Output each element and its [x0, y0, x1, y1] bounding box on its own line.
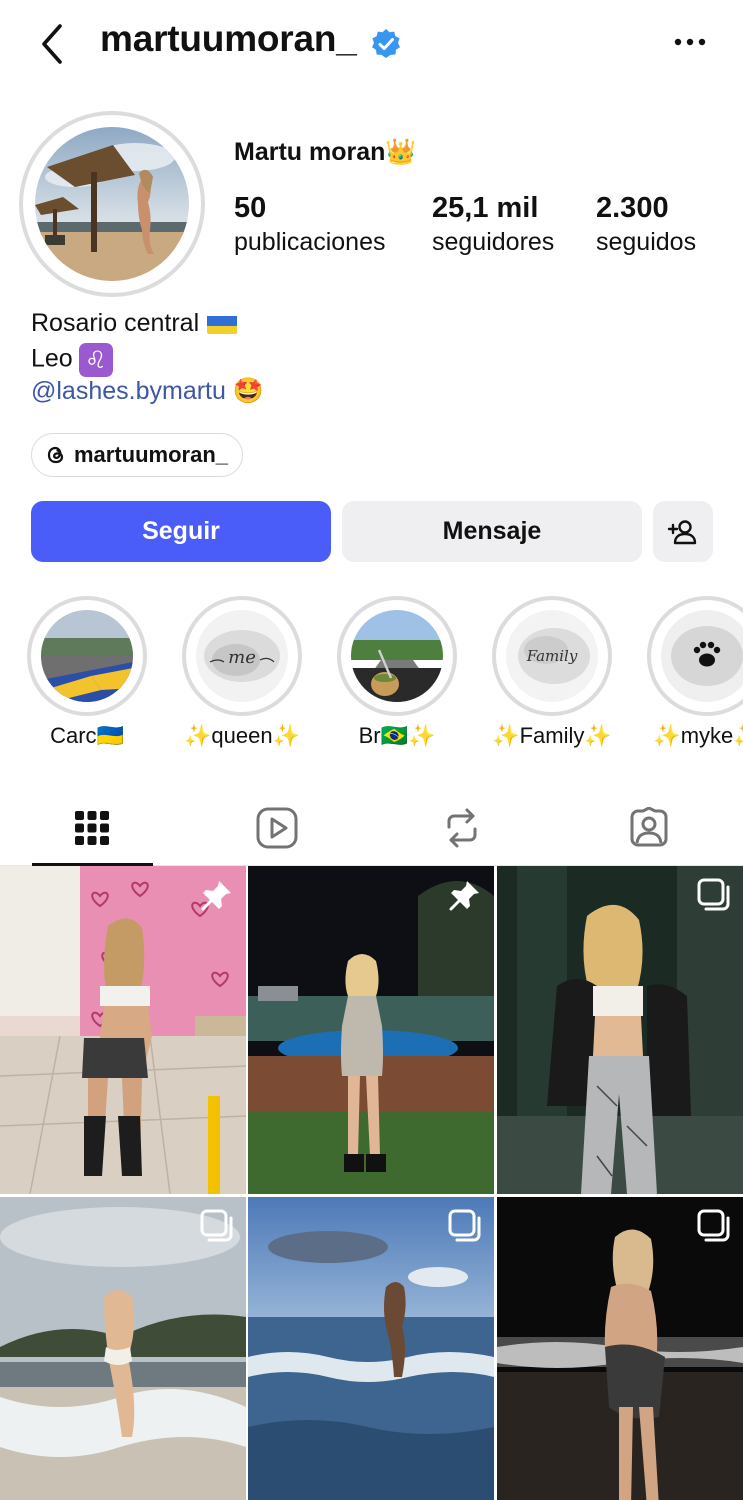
tab-reposts[interactable] [402, 790, 522, 866]
highlight-label: Carc🇺🇦 [50, 723, 124, 748]
add-user-icon [667, 519, 697, 544]
posts-grid [0, 866, 743, 1500]
following-count[interactable]: 2.300 [596, 192, 669, 225]
followers-label[interactable]: seguidores [432, 228, 554, 257]
follow-button[interactable]: Seguir [31, 501, 331, 562]
back-button[interactable] [36, 22, 70, 66]
story-highlight[interactable]: Br🇧🇷✨ [337, 596, 457, 756]
post-thumbnail[interactable] [248, 866, 494, 1194]
highlight-cover [661, 610, 743, 702]
highlight-cover [351, 610, 443, 702]
highlight-label: ✨queen✨ [184, 723, 300, 748]
post-thumbnail[interactable] [0, 1197, 246, 1500]
grid-icon [75, 811, 109, 845]
tagged-icon [630, 807, 668, 847]
bio-text: Leo [31, 344, 73, 373]
post-thumbnail[interactable] [0, 866, 246, 1194]
carousel-icon [448, 1209, 482, 1243]
bio-emoji: 🤩 [232, 377, 264, 405]
profile-display-name: Martu moran👑 [234, 138, 417, 166]
highlight-label: Br🇧🇷✨ [358, 723, 436, 748]
threads-icon [47, 446, 64, 464]
more-horizontal-icon [674, 38, 706, 46]
avatar-image [35, 127, 189, 281]
bio-mention-link[interactable]: @lashes.bymartu [31, 377, 226, 405]
message-button[interactable]: Mensaje [342, 501, 642, 562]
following-label[interactable]: seguidos [596, 228, 696, 257]
header-username: martuumoran_ [100, 18, 357, 59]
highlight-cover [41, 610, 133, 702]
profile-header: martuumoran_ [0, 0, 743, 86]
chevron-left-icon [42, 24, 62, 64]
followers-count[interactable]: 25,1 mil [432, 192, 538, 225]
story-highlight[interactable]: ✨myke✨ [647, 596, 743, 756]
profile-tabs [0, 790, 743, 866]
pin-icon [200, 878, 234, 912]
leo-sign-icon: ♌ [78, 343, 113, 377]
pin-icon [448, 878, 482, 912]
posts-label[interactable]: publicaciones [234, 228, 386, 257]
highlight-label: ✨Family✨ [492, 723, 612, 748]
story-highlight[interactable]: me ✨queen✨ [182, 596, 302, 756]
reels-icon [256, 807, 298, 849]
post-thumbnail[interactable] [497, 866, 743, 1194]
ukraine-flag-icon [207, 314, 238, 335]
highlight-cover: Family [506, 610, 598, 702]
tab-reels[interactable] [217, 790, 337, 866]
highlight-cover-text: Family [526, 647, 578, 665]
threads-handle: martuumoran_ [74, 442, 229, 467]
repost-icon [447, 808, 477, 848]
post-thumbnail[interactable] [248, 1197, 494, 1500]
tab-tagged[interactable] [589, 790, 709, 866]
profile-avatar[interactable] [19, 111, 205, 297]
carousel-icon [697, 1209, 731, 1243]
carousel-icon [200, 1209, 234, 1243]
story-highlight[interactable]: Family ✨Family✨ [492, 596, 612, 756]
story-highlight[interactable]: Carc🇺🇦 [27, 596, 147, 756]
bio-line-1: Rosario central [31, 309, 238, 338]
suggested-users-button[interactable] [653, 501, 713, 562]
bio-line-2: Leo ♌ [31, 343, 113, 377]
post-thumbnail[interactable] [497, 1197, 743, 1500]
posts-count[interactable]: 50 [234, 192, 266, 225]
highlight-cover-text: me [228, 647, 256, 668]
carousel-icon [697, 878, 731, 912]
highlight-cover: me [196, 610, 288, 702]
tab-posts[interactable] [32, 790, 152, 866]
highlight-label: ✨myke✨ [653, 723, 743, 748]
threads-profile-link[interactable]: martuumoran_ [31, 433, 244, 477]
bio-line-3: @lashes.bymartu 🤩 [31, 377, 264, 406]
more-options-button[interactable] [672, 30, 708, 54]
bio-text: Rosario central [31, 309, 200, 337]
verified-badge-icon [370, 28, 402, 60]
